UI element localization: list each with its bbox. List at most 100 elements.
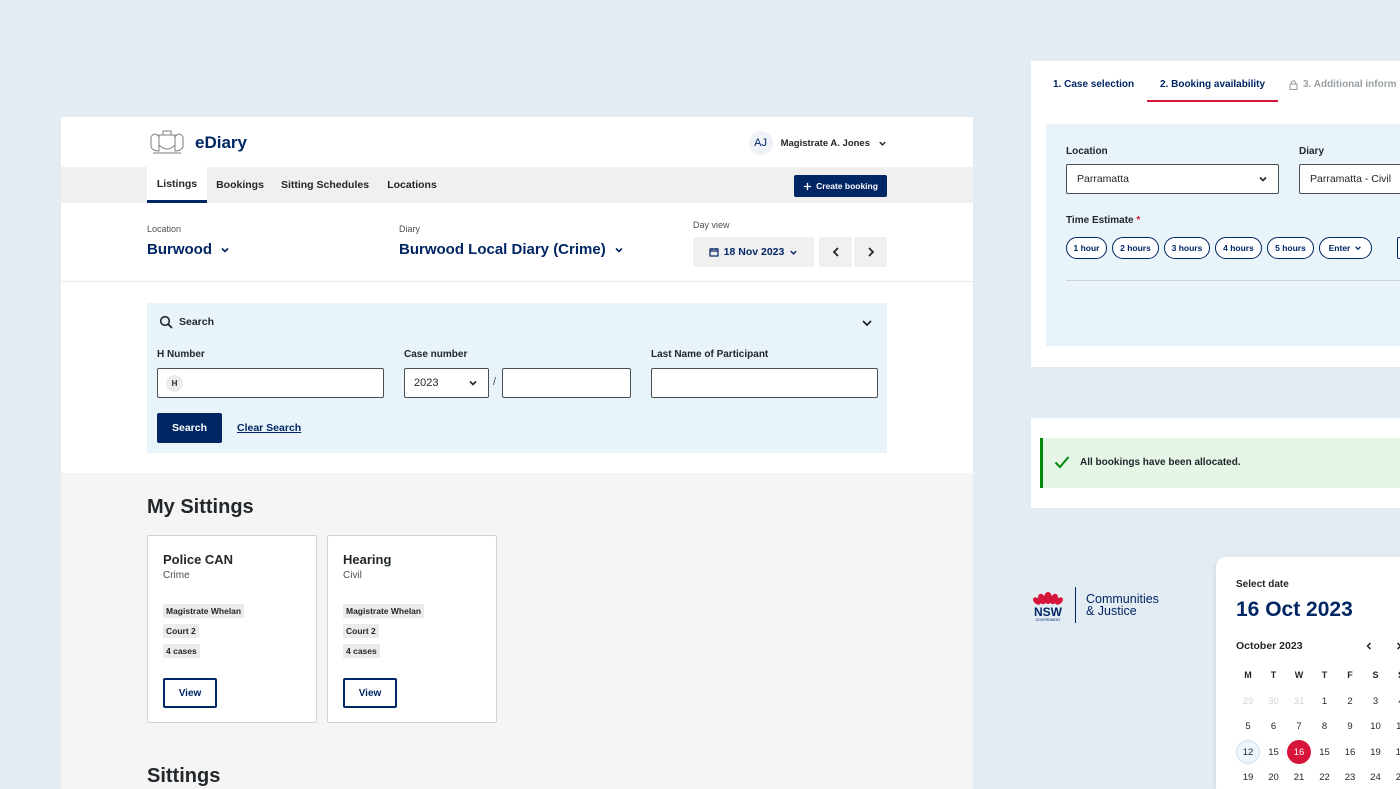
calendar-day[interactable]: 7 xyxy=(1287,715,1311,739)
view-button[interactable]: View xyxy=(343,678,397,708)
calendar-day[interactable]: 8 xyxy=(1313,715,1337,739)
time-option-3-hours[interactable]: 3 hours xyxy=(1164,237,1210,259)
nsw-government-logo: NSW GOVERNMENT xyxy=(1031,588,1065,623)
weekday-header: T xyxy=(1321,670,1328,680)
calendar-day[interactable]: 24 xyxy=(1364,766,1388,789)
clear-search-link[interactable]: Clear Search xyxy=(237,422,301,434)
magistrate-chip: Magistrate Whelan xyxy=(343,604,425,618)
calendar-day[interactable]: 12 xyxy=(1236,740,1260,764)
calendar-day[interactable]: 22 xyxy=(1313,766,1337,789)
calendar-day[interactable]: 10 xyxy=(1364,715,1388,739)
weekday-header: S xyxy=(1372,670,1379,680)
step-additional-info: 3. Additional inform xyxy=(1289,79,1397,90)
court-chip: Court 2 xyxy=(343,624,379,638)
required-mark: * xyxy=(1136,215,1141,226)
calendar-day[interactable]: 3 xyxy=(1364,689,1388,713)
avatar: AJ xyxy=(748,131,773,155)
h-number-input[interactable]: H xyxy=(157,368,384,398)
search-button[interactable]: Search xyxy=(157,413,222,443)
card-title: Hearing xyxy=(343,552,392,567)
calendar-day[interactable]: 18 xyxy=(1389,740,1400,764)
calendar-day[interactable]: 19 xyxy=(1236,766,1260,789)
time-option-5-hours[interactable]: 5 hours xyxy=(1267,237,1314,259)
chevron-down-icon[interactable] xyxy=(861,317,873,329)
calendar-day[interactable]: 15 xyxy=(1262,740,1286,764)
dayview-label: Day view xyxy=(693,220,730,230)
calendar-day[interactable]: 1 xyxy=(1313,689,1337,713)
diary-selector[interactable]: Burwood Local Diary (Crime) xyxy=(399,241,624,258)
step-case-selection[interactable]: 1. Case selection xyxy=(1053,79,1134,90)
case-number-input[interactable] xyxy=(502,368,631,398)
calendar-day[interactable]: 4 xyxy=(1389,689,1400,713)
chevron-down-icon xyxy=(221,247,229,253)
selected-date: 16 Oct 2023 xyxy=(1236,598,1353,621)
case-separator: / xyxy=(493,376,497,388)
calendar-day[interactable]: 11 xyxy=(1389,715,1400,739)
tab-locations[interactable]: Locations xyxy=(379,167,445,203)
last-name-input[interactable] xyxy=(651,368,878,398)
my-sittings-heading: My Sittings xyxy=(147,496,254,518)
court-chip: Court 2 xyxy=(163,624,199,638)
calendar-day[interactable]: 30 xyxy=(1262,689,1286,713)
time-option-1-hour[interactable]: 1 hour xyxy=(1066,237,1107,259)
calendar-month: October 2023 xyxy=(1236,640,1303,652)
date-picker-button[interactable]: 18 Nov 2023 xyxy=(693,237,814,267)
user-menu[interactable]: AJ Magistrate A. Jones xyxy=(748,131,887,155)
tab-bookings[interactable]: Bookings xyxy=(209,167,271,203)
divider xyxy=(61,281,973,282)
success-alert: All bookings have been allocated. xyxy=(1040,438,1400,488)
next-day-button[interactable] xyxy=(854,237,887,267)
cases-chip: 4 cases xyxy=(343,644,380,658)
waratah-icon xyxy=(1033,591,1063,605)
card-subtitle: Crime xyxy=(163,570,190,581)
calendar-day[interactable]: 15 xyxy=(1313,740,1337,764)
calendar-day[interactable]: 9 xyxy=(1338,715,1362,739)
location-select[interactable]: Parramatta xyxy=(1066,164,1279,194)
view-button[interactable]: View xyxy=(163,678,217,708)
diary-select[interactable]: Parramatta - Civil xyxy=(1299,164,1400,194)
calendar-day[interactable]: 2 xyxy=(1338,689,1362,713)
calendar-day[interactable]: 5 xyxy=(1236,715,1260,739)
h-prefix-badge: H xyxy=(166,375,183,392)
case-year-select[interactable]: 2023 xyxy=(404,368,489,398)
diary-label: Diary xyxy=(399,224,421,234)
calendar-day[interactable]: 19 xyxy=(1364,740,1388,764)
chevron-down-icon xyxy=(1259,176,1267,182)
tab-sitting-schedules[interactable]: Sitting Schedules xyxy=(275,167,375,203)
calendar-day[interactable]: 29 xyxy=(1236,689,1260,713)
divider xyxy=(1066,280,1400,281)
active-step-indicator xyxy=(1147,100,1278,102)
calendar-day[interactable]: 25 xyxy=(1389,766,1400,789)
chevron-left-icon[interactable] xyxy=(1364,641,1374,651)
ediary-panel: eDiary AJ Magistrate A. Jones Listings B… xyxy=(61,117,973,789)
calendar-day[interactable]: 16 xyxy=(1287,740,1311,764)
create-booking-button[interactable]: Create booking xyxy=(794,175,887,197)
calendar-day[interactable]: 31 xyxy=(1287,689,1311,713)
nsw-communities-justice-logo: NSW GOVERNMENT Communities & Justice xyxy=(1031,587,1159,623)
chevron-down-icon xyxy=(879,141,886,146)
date-picker: Select date 16 Oct 2023 October 2023 M T W… xyxy=(1216,557,1400,789)
calendar-day[interactable]: 16 xyxy=(1338,740,1362,764)
search-toggle[interactable]: Search xyxy=(159,315,214,329)
step-booking-availability[interactable]: 2. Booking availability xyxy=(1160,79,1265,90)
search-icon xyxy=(159,315,173,329)
calendar-icon xyxy=(709,248,719,257)
time-option-2-hours[interactable]: 2 hours xyxy=(1112,237,1159,259)
calendar-day[interactable]: 23 xyxy=(1338,766,1362,789)
select-date-label: Select date xyxy=(1236,579,1289,590)
app-header: eDiary AJ Magistrate A. Jones xyxy=(61,117,973,167)
success-message: All bookings have been allocated. xyxy=(1080,457,1241,468)
weekday-header: F xyxy=(1347,670,1353,680)
chevron-down-icon xyxy=(615,247,623,253)
calendar-day[interactable]: 20 xyxy=(1262,766,1286,789)
tab-listings[interactable]: Listings xyxy=(147,167,207,203)
time-option-4-hours[interactable]: 4 hours xyxy=(1215,237,1262,259)
main-nav: Listings Bookings Sitting Schedules Loca… xyxy=(61,167,973,203)
calendar-day[interactable]: 6 xyxy=(1262,715,1286,739)
time-option-enter[interactable]: Enter xyxy=(1319,237,1372,259)
chevron-right-icon[interactable] xyxy=(1394,641,1400,651)
previous-day-button[interactable] xyxy=(819,237,852,267)
calendar-day[interactable]: 21 xyxy=(1287,766,1311,789)
location-selector[interactable]: Burwood xyxy=(147,241,230,258)
location-label: Location xyxy=(1066,146,1108,157)
